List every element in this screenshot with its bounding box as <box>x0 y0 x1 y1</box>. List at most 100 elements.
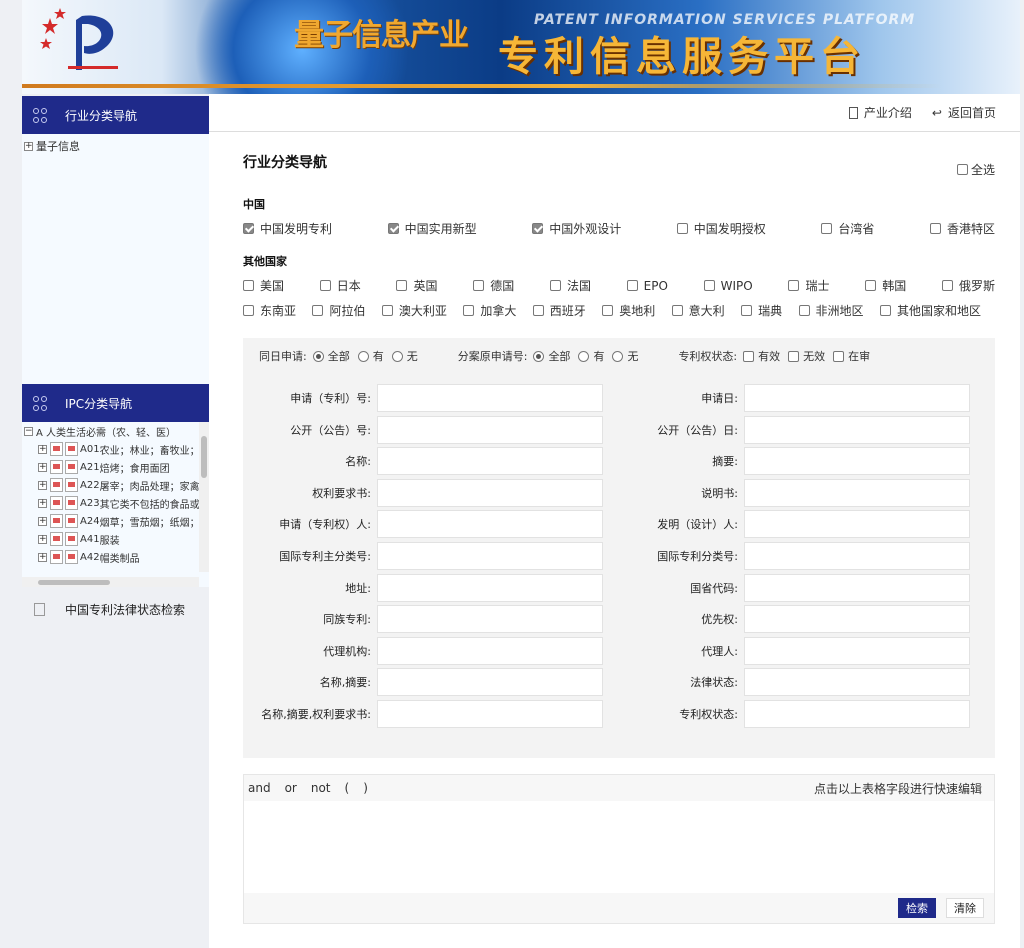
expand-icon[interactable]: + <box>24 141 33 151</box>
field-input[interactable] <box>744 510 970 539</box>
tree-node[interactable]: + 量子信息 <box>24 137 207 155</box>
operator-button[interactable]: ( <box>345 781 350 795</box>
field-input[interactable] <box>744 542 970 570</box>
radio-circle[interactable] <box>612 350 624 362</box>
country-option-checkbox[interactable]: 美国 <box>243 277 284 294</box>
field-input[interactable] <box>377 636 603 665</box>
checkbox-box[interactable] <box>821 223 833 234</box>
china-option-checkbox[interactable]: 中国外观设计 <box>532 220 621 237</box>
same_day-radio[interactable]: 有 <box>357 348 384 364</box>
checkbox-box[interactable] <box>549 280 561 291</box>
field-input[interactable] <box>744 636 970 665</box>
checkbox-box[interactable] <box>396 280 408 291</box>
china-option-checkbox[interactable]: 中国实用新型 <box>387 220 477 237</box>
checkbox-box[interactable] <box>532 305 544 316</box>
horizontal-scrollbar[interactable] <box>22 577 199 587</box>
ipc-node-label[interactable]: 焙烤；食用面团 <box>100 460 170 475</box>
country-option-checkbox[interactable]: 其他国家和地区 <box>879 302 981 319</box>
checkbox-box[interactable] <box>956 164 968 175</box>
country-option-checkbox[interactable]: 俄罗斯 <box>941 277 995 294</box>
checkbox-box[interactable] <box>879 305 891 316</box>
select-all-checkbox[interactable]: 全选 <box>956 161 995 178</box>
same_day-radio[interactable]: 无 <box>391 348 418 364</box>
clear-button[interactable]: 清除 <box>946 898 984 918</box>
field-input[interactable] <box>744 478 970 507</box>
country-option-checkbox[interactable]: 阿拉伯 <box>312 302 365 319</box>
tree-node-label[interactable]: 量子信息 <box>36 138 80 154</box>
ipc-node[interactable]: + A42 帽类制品 <box>24 548 207 566</box>
radio-circle[interactable] <box>357 350 369 362</box>
status-checkbox[interactable]: 无效 <box>788 348 825 364</box>
country-option-checkbox[interactable]: 日本 <box>319 277 361 294</box>
operator-button[interactable]: ) <box>363 781 368 795</box>
expand-icon[interactable]: + <box>38 480 47 490</box>
field-input[interactable] <box>377 573 603 602</box>
ipc-node[interactable]: + A23 其它类不包括的食品或 <box>24 494 207 512</box>
checkbox-box[interactable] <box>243 223 254 234</box>
country-option-checkbox[interactable]: 澳大利亚 <box>381 302 447 319</box>
ipc-node-label[interactable]: 服装 <box>100 532 120 547</box>
checkbox-box[interactable] <box>243 305 254 316</box>
divisional-radio[interactable]: 有 <box>578 348 604 364</box>
vertical-scrollbar[interactable] <box>199 422 209 572</box>
field-input[interactable] <box>377 447 603 476</box>
field-input[interactable] <box>744 668 970 697</box>
field-input[interactable] <box>377 510 603 539</box>
search-button[interactable]: 检索 <box>898 898 936 918</box>
same_day-radio[interactable]: 全部 <box>312 348 350 364</box>
field-input[interactable] <box>744 415 970 444</box>
checkbox-box[interactable] <box>381 305 393 316</box>
ipc-node[interactable]: + A01 农业；林业；畜牧业； <box>24 440 207 458</box>
ipc-node-label[interactable]: 帽类制品 <box>100 550 140 565</box>
checkbox-box[interactable] <box>941 280 953 291</box>
radio-circle[interactable] <box>533 350 545 362</box>
field-input[interactable] <box>744 700 970 728</box>
country-option-checkbox[interactable]: 瑞典 <box>741 302 782 319</box>
ipc-node[interactable]: + A41 服装 <box>24 530 207 548</box>
field-input[interactable] <box>377 668 603 697</box>
country-option-checkbox[interactable]: 奥地利 <box>602 302 655 319</box>
checkbox-box[interactable] <box>671 305 683 316</box>
checkbox-box[interactable] <box>865 280 877 291</box>
field-input[interactable] <box>744 573 970 602</box>
divisional-radio[interactable]: 全部 <box>533 348 570 364</box>
operator-button[interactable]: and <box>248 781 271 795</box>
divisional-radio[interactable]: 无 <box>612 348 638 364</box>
field-input[interactable] <box>744 447 970 476</box>
status-checkbox[interactable]: 有效 <box>743 348 780 364</box>
checkbox-box[interactable] <box>312 305 324 316</box>
checkbox-box[interactable] <box>626 280 638 291</box>
checkbox-box[interactable] <box>676 223 688 234</box>
ipc-node[interactable]: + A22 屠宰；肉品处理；家禽 <box>24 476 207 494</box>
country-option-checkbox[interactable]: 非洲地区 <box>798 302 864 319</box>
radio-circle[interactable] <box>391 350 403 362</box>
field-input[interactable] <box>744 384 970 412</box>
industry-nav-header[interactable]: 行业分类导航 <box>22 96 209 134</box>
field-input[interactable] <box>744 605 970 634</box>
field-input[interactable] <box>377 478 603 507</box>
checkbox-box[interactable] <box>319 280 331 291</box>
ipc-root-node[interactable]: − A 人类生活必需（农、轻、医） <box>24 422 207 440</box>
field-input[interactable] <box>377 415 603 444</box>
country-option-checkbox[interactable]: 西班牙 <box>532 302 586 319</box>
china-option-checkbox[interactable]: 香港特区 <box>929 220 995 237</box>
checkbox-box[interactable] <box>788 350 800 362</box>
checkbox-box[interactable] <box>833 350 845 362</box>
expand-icon[interactable]: + <box>38 498 47 508</box>
country-option-checkbox[interactable]: 法国 <box>549 277 591 294</box>
china-option-checkbox[interactable]: 中国发明专利 <box>243 220 332 237</box>
country-option-checkbox[interactable]: 意大利 <box>671 302 725 319</box>
ipc-node[interactable]: + A24 烟草；雪茄烟；纸烟； <box>24 512 207 530</box>
checkbox-box[interactable] <box>473 280 485 291</box>
checkbox-box[interactable] <box>929 223 941 234</box>
checkbox-box[interactable] <box>602 305 614 316</box>
china-option-checkbox[interactable]: 台湾省 <box>821 220 874 237</box>
field-input[interactable] <box>377 605 603 634</box>
back-home-link[interactable]: ↩ 返回首页 <box>932 104 996 121</box>
checkbox-box[interactable] <box>741 305 753 316</box>
ipc-node-label[interactable]: 农业；林业；畜牧业； <box>100 442 200 457</box>
expand-icon[interactable]: + <box>38 516 47 526</box>
radio-circle[interactable] <box>578 350 590 362</box>
ipc-node-label[interactable]: 屠宰；肉品处理；家禽 <box>100 478 200 493</box>
field-input[interactable] <box>377 542 603 570</box>
